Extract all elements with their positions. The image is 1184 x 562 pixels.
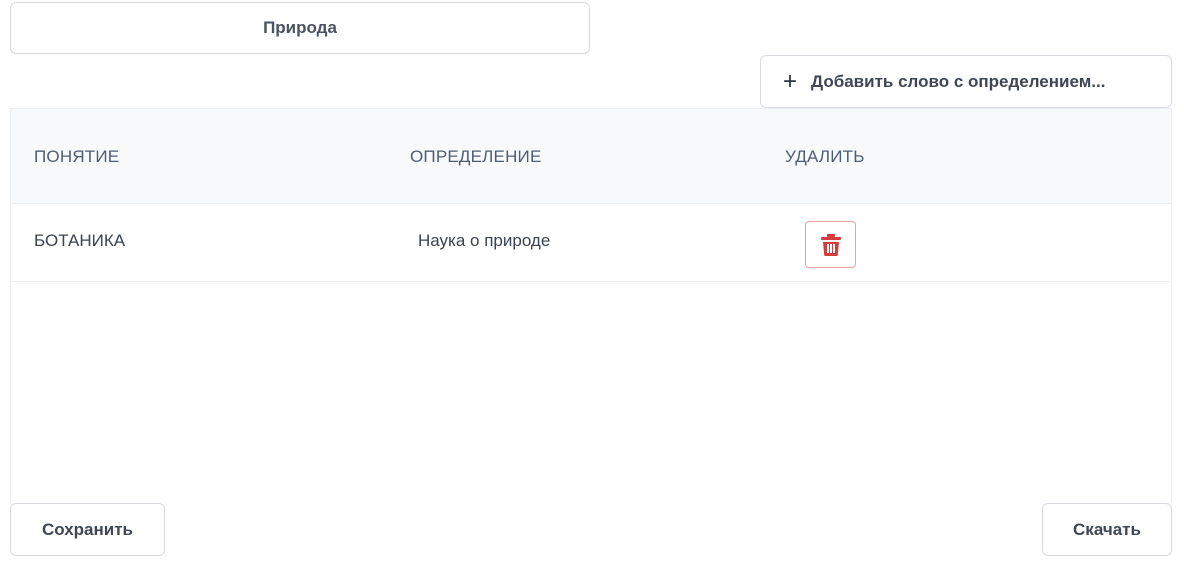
- table-row: БОТАНИКА Наука о природе: [11, 203, 1171, 282]
- topic-field[interactable]: Природа: [10, 2, 590, 54]
- save-button[interactable]: Сохранить: [10, 503, 165, 556]
- terms-table: ПОНЯТИЕ ОПРЕДЕЛЕНИЕ УДАЛИТЬ БОТАНИКА Нау…: [10, 108, 1172, 503]
- trash-icon: [820, 233, 841, 256]
- download-label: Скачать: [1073, 519, 1141, 539]
- column-header-term: ПОНЯТИЕ: [34, 147, 120, 166]
- add-word-button[interactable]: + Добавить слово с определением...: [760, 55, 1172, 108]
- term-cell: БОТАНИКА: [34, 231, 126, 250]
- definition-cell: Наука о природе: [418, 231, 551, 250]
- column-header-definition: ОПРЕДЕЛЕНИЕ: [410, 147, 542, 166]
- save-label: Сохранить: [41, 519, 134, 539]
- download-button[interactable]: Скачать: [1042, 503, 1172, 556]
- column-header-delete: УДАЛИТЬ: [785, 147, 865, 166]
- plus-icon: +: [783, 67, 798, 95]
- page: Природа + Добавить слово с определением.…: [0, 0, 1184, 562]
- topic-value: Природа: [263, 18, 337, 37]
- delete-row-button[interactable]: [805, 221, 856, 268]
- add-word-label: Добавить слово с определением...: [811, 71, 1106, 91]
- table-header: ПОНЯТИЕ ОПРЕДЕЛЕНИЕ УДАЛИТЬ: [11, 109, 1171, 204]
